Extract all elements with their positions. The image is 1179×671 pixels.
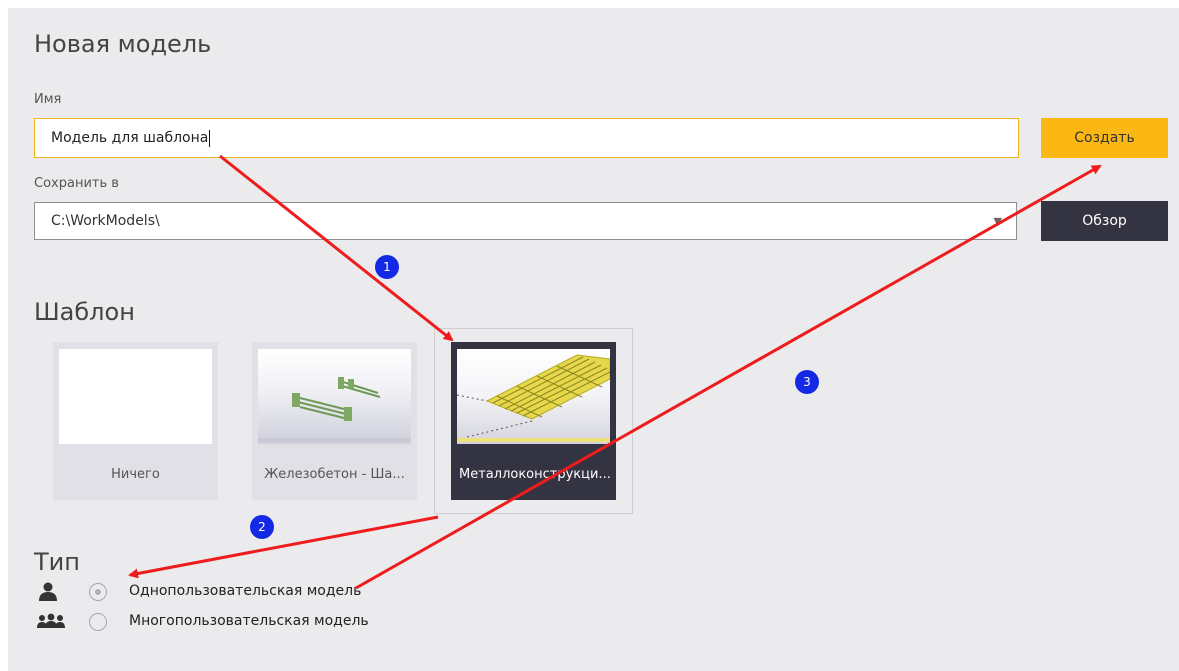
annotation-badge-1: 1 — [375, 255, 399, 279]
annotation-badge-2: 2 — [250, 515, 274, 539]
single-user-icon — [39, 582, 57, 601]
create-button[interactable]: Создать — [1041, 118, 1168, 158]
template-card-concrete[interactable]: Железобетон - Ша... — [252, 342, 417, 500]
single-user-radio[interactable] — [89, 583, 107, 601]
arrow-2 — [128, 515, 439, 579]
template-thumbnail-steel — [457, 349, 610, 444]
multi-user-icon — [37, 613, 65, 628]
single-user-label[interactable]: Однопользовательская модель — [129, 583, 361, 599]
template-card-label: Ничего — [111, 466, 160, 482]
save-location-select[interactable]: C:\WorkModels\ ▼ — [34, 202, 1017, 240]
template-thumbnail-empty — [59, 349, 212, 444]
template-thumbnail-concrete — [258, 349, 411, 444]
template-card-label: Металлоконструкци... — [459, 466, 611, 482]
template-section-title: Шаблон — [34, 298, 135, 326]
top-edge — [0, 0, 1179, 8]
multi-user-label[interactable]: Многопользовательская модель — [129, 613, 369, 629]
template-card-none[interactable]: Ничего — [53, 342, 218, 500]
browse-button[interactable]: Обзор — [1041, 201, 1168, 241]
chevron-down-icon[interactable]: ▼ — [994, 215, 1002, 228]
arrow-1 — [219, 154, 454, 342]
save-location-value: C:\WorkModels\ — [51, 213, 160, 229]
template-card-label: Железобетон - Ша... — [264, 466, 405, 482]
multi-user-radio[interactable] — [89, 613, 107, 631]
model-name-input[interactable]: Модель для шаблона — [34, 118, 1019, 158]
name-label: Имя — [34, 92, 62, 107]
text-caret — [209, 129, 211, 147]
template-card-steel[interactable]: Металлоконструкци... — [451, 342, 616, 500]
steel-grid-model-icon — [457, 354, 610, 442]
model-name-value: Модель для шаблона — [51, 130, 209, 146]
annotation-badge-3: 3 — [795, 370, 819, 394]
type-section-title: Тип — [34, 548, 80, 576]
page-title: Новая модель — [34, 30, 212, 58]
rebar-model-icon — [258, 377, 411, 442]
left-edge — [0, 0, 8, 671]
save-location-label: Сохранить в — [34, 176, 119, 191]
